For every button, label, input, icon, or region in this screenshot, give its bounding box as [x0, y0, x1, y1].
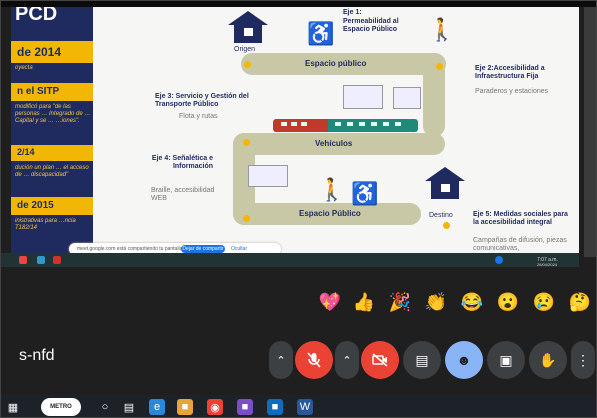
party-reaction-button[interactable]: 🎉	[387, 289, 413, 315]
left-panel-box-3: 2/14	[11, 145, 93, 161]
clock-date: 26/04/2024	[537, 262, 558, 267]
left-panel-title: PCD	[15, 7, 58, 25]
bus-icon	[273, 119, 418, 132]
laugh-reaction-button[interactable]: 😂	[459, 289, 485, 315]
audio-options-button[interactable]: ⌃	[269, 341, 293, 379]
camera-toggle-button[interactable]	[361, 341, 399, 379]
info-board-icon	[248, 165, 288, 187]
eje3-title: Eje 3: Servicio y Gestión del Transporte…	[155, 93, 249, 108]
route-dot	[243, 139, 250, 146]
left-panel-box-1: de 2014	[11, 41, 93, 63]
bus-stop-icon	[393, 87, 421, 109]
meet-window: PCD de 2014 oyecta n el SITP modificó pa…	[0, 0, 597, 418]
thinking-reaction-button[interactable]: 🤔	[567, 289, 593, 315]
start-icon[interactable]: ▦	[5, 399, 21, 415]
reactions-button[interactable]: ☻	[445, 341, 483, 379]
video-options-button[interactable]: ⌃	[335, 341, 359, 379]
stop-sharing-button[interactable]: Dejar de compartir	[181, 245, 225, 253]
route-dot	[243, 215, 250, 222]
left-panel-box-2: n el SITP	[11, 83, 93, 101]
left-panel-box-4: de 2015	[11, 197, 93, 215]
bus-station-icon	[343, 85, 383, 109]
road-label-top: Espacio público	[305, 59, 367, 68]
chrome-icon[interactable]: ◉	[207, 399, 223, 415]
file-explorer-icon[interactable]: ■	[177, 399, 193, 415]
word-icon[interactable]: W	[297, 399, 313, 415]
wheelchair-icon: ♿	[307, 21, 335, 46]
origin-house-icon	[228, 11, 268, 43]
destination-label: Destino	[429, 212, 453, 219]
metro-logo-button[interactable]: METRO	[41, 398, 81, 416]
eje1-title: Eje 1:	[343, 9, 362, 16]
route-dot	[436, 63, 443, 70]
route-dot	[244, 61, 251, 68]
destination-house-icon	[425, 167, 465, 199]
eje2-subtitle: Paraderos y estaciones	[475, 88, 549, 95]
origin-label: Origen	[234, 46, 256, 53]
more-options-button[interactable]: ⋮	[571, 341, 595, 379]
share-message: meet.google.com está compartiendo tu pan…	[77, 246, 184, 252]
eje4-subtitle: Braille, accesibilidad WEB	[151, 187, 215, 202]
app-icon	[37, 256, 45, 264]
chevron-up-icon: ⌃	[276, 354, 286, 367]
hand-icon: ✋	[539, 351, 557, 368]
app-icon[interactable]: ■	[237, 399, 253, 415]
sad-reaction-button[interactable]: 😢	[531, 289, 557, 315]
app-icon	[53, 256, 61, 264]
app-icon[interactable]: ■	[267, 399, 283, 415]
eje2-title: Eje 2:Accesibilidad a Infraestructura Fi…	[475, 65, 545, 80]
left-panel-note-4: inistrativas para …ncia T182/14	[15, 218, 76, 231]
edge-icon[interactable]: e	[149, 399, 165, 415]
left-panel-note-3: dución un plan … el acceso de … discapac…	[15, 165, 89, 178]
left-panel-note-1: oyecta	[15, 65, 33, 71]
hide-share-bar-button[interactable]: Ocultar	[231, 245, 247, 253]
eje5-title: Eje 5: Medidas sociales para la accesibi…	[473, 211, 568, 226]
eje3-subtitle: Flota y rutas	[179, 113, 218, 120]
raise-hand-button[interactable]: ✋	[529, 341, 567, 379]
eje1-subtitle: Permeabilidad al Espacio Público	[343, 18, 399, 33]
chevron-up-icon: ⌃	[342, 354, 352, 367]
captions-icon: ▤	[415, 351, 429, 368]
road-label-middle: Vehículos	[315, 139, 353, 148]
present-icon: ▣	[499, 351, 513, 368]
captions-button[interactable]: ▤	[403, 341, 441, 379]
mic-toggle-button[interactable]	[295, 341, 333, 379]
left-panel-note-2: modificó para "de las personas … Integra…	[15, 104, 91, 124]
help-icon	[495, 256, 503, 264]
eje5-subtitle: Campañas de difusión, piezas comunicativ…	[473, 237, 567, 252]
search-icon[interactable]: ○	[97, 399, 113, 415]
road-label-bottom: Espacio Público	[299, 209, 361, 218]
route-dot	[443, 222, 450, 229]
reactions-bar: 💖 👍 🎉 👏 😂 😮 😢 🤔	[315, 285, 596, 321]
emoji-icon: ☻	[456, 352, 472, 368]
present-button[interactable]: ▣	[487, 341, 525, 379]
camera-off-icon	[372, 353, 388, 367]
surprised-reaction-button[interactable]: 😮	[495, 289, 521, 315]
more-vert-icon: ⋮	[576, 351, 590, 368]
shared-slide: PCD de 2014 oyecta n el SITP modificó pa…	[11, 7, 579, 257]
slide-diagram: Espacio público Vehículos Espacio Públic…	[93, 7, 579, 257]
heart-reaction-button[interactable]: 💖	[317, 289, 343, 315]
task-view-icon[interactable]: ▤	[121, 399, 137, 415]
thumbs-up-reaction-button[interactable]: 👍	[351, 289, 377, 315]
meeting-code: s-nfd	[19, 347, 55, 364]
wheelchair-icon: ♿	[351, 181, 379, 206]
walker-person-icon: 🚶	[428, 17, 456, 42]
slide-left-panel: PCD de 2014 oyecta n el SITP modificó pa…	[11, 7, 93, 257]
app-icon	[19, 256, 27, 264]
mic-off-icon	[307, 352, 321, 368]
walker-person-icon: 🚶	[318, 177, 346, 202]
clap-reaction-button[interactable]: 👏	[423, 289, 449, 315]
shared-screen-taskbar: 7:07 a.m. 26/04/2024	[1, 253, 579, 267]
os-taskbar: ▦ METRO ○ ▤ e ■ ◉ ■ ■ W	[1, 395, 596, 417]
participant-tile[interactable]	[584, 7, 596, 257]
eje4-title: Eje 4: Señalética e Información	[151, 155, 213, 170]
